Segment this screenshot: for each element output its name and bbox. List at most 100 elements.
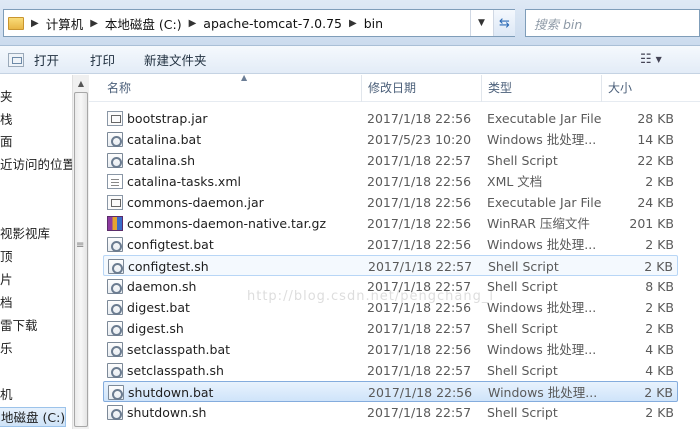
- column-header-type[interactable]: 类型: [482, 75, 602, 102]
- file-name: catalina.bat: [127, 132, 202, 147]
- file-type: Shell Script: [487, 153, 558, 168]
- column-header-date[interactable]: 修改日期: [362, 75, 482, 102]
- address-history-dropdown[interactable]: ▼: [470, 10, 492, 36]
- breadcrumb-local-disk[interactable]: 本地磁盘 (C:): [105, 14, 182, 33]
- scrollbar-grip-icon: ≡: [76, 240, 85, 251]
- chevron-right-icon[interactable]: ▶: [349, 18, 357, 29]
- column-header-size-label: 大小: [608, 81, 633, 95]
- file-size: 201 KB: [629, 216, 674, 231]
- breadcrumb-bin[interactable]: bin: [364, 16, 383, 31]
- chevron-right-icon[interactable]: ▶: [189, 18, 197, 29]
- search-input[interactable]: 搜索 bin: [525, 9, 700, 37]
- file-modified-date: 2017/1/18 22:56: [368, 385, 473, 400]
- file-name: setclasspath.bat: [127, 342, 231, 357]
- nav-item[interactable]: 面: [0, 132, 13, 152]
- new-folder-button[interactable]: 新建文件夹: [144, 46, 207, 73]
- scrollbar-thumb[interactable]: [74, 92, 88, 427]
- nav-item-local-disk[interactable]: 地磁盘 (C:): [0, 407, 67, 427]
- file-size: 2 KB: [645, 237, 674, 252]
- file-type: Windows 批处理...: [487, 132, 597, 147]
- shell-script-icon: [107, 321, 123, 336]
- file-row[interactable]: catalina.sh 2017/1/18 22:57 Shell Script 22…: [103, 150, 678, 171]
- file-modified-date: 2017/1/18 22:57: [367, 153, 472, 168]
- file-type: Executable Jar File: [487, 111, 602, 126]
- view-list-icon: ☷: [640, 52, 652, 67]
- file-size: 2 KB: [645, 300, 674, 315]
- navigation-pane: 夹 栈 面 近访问的位置 视影视库 顶 片 档 雷下载 乐 机 地磁盘 (C:): [0, 75, 72, 429]
- file-row[interactable]: digest.sh 2017/1/18 22:57 Shell Script 2 KB: [103, 318, 678, 339]
- address-bar-row: ▶ 计算机 ▶ 本地磁盘 (C:) ▶ apache-tomcat-7.0.75…: [0, 0, 700, 46]
- open-button[interactable]: 打开: [8, 46, 59, 73]
- file-modified-date: 2017/1/18 22:56: [367, 237, 472, 252]
- file-name: bootstrap.jar: [127, 111, 208, 126]
- open-icon: [8, 52, 24, 67]
- file-name: shutdown.sh: [127, 405, 207, 420]
- file-row[interactable]: commons-daemon.jar 2017/1/18 22:56 Executa…: [103, 192, 678, 213]
- file-row[interactable]: configtest.bat 2017/1/18 22:56 Windows 批处理…: [103, 234, 678, 255]
- nav-item[interactable]: 片: [0, 270, 13, 290]
- nav-item[interactable]: 夹: [0, 87, 13, 107]
- file-modified-date: 2017/1/18 22:56: [367, 174, 472, 189]
- refresh-button[interactable]: ⇆: [493, 10, 515, 36]
- address-bar[interactable]: ▶ 计算机 ▶ 本地磁盘 (C:) ▶ apache-tomcat-7.0.75…: [3, 9, 515, 37]
- column-header-size[interactable]: 大小: [602, 75, 700, 102]
- file-modified-date: 2017/1/18 22:57: [367, 405, 472, 420]
- nav-item[interactable]: 乐: [0, 339, 13, 359]
- file-row[interactable]: setclasspath.sh 2017/1/18 22:57 Shell Scri…: [103, 360, 678, 381]
- scroll-up-arrow-icon[interactable]: ▲: [74, 77, 88, 91]
- file-type: Windows 批处理...: [487, 300, 597, 315]
- file-type: Windows 批处理...: [487, 342, 597, 357]
- breadcrumb-tomcat[interactable]: apache-tomcat-7.0.75: [203, 16, 342, 31]
- nav-item[interactable]: 雷下载: [0, 316, 38, 336]
- chevron-right-icon[interactable]: ▶: [31, 18, 39, 29]
- file-modified-date: 2017/1/18 22:56: [367, 111, 472, 126]
- file-name: configtest.bat: [127, 237, 214, 252]
- file-row[interactable]: setclasspath.bat 2017/1/18 22:56 Windows 批…: [103, 339, 678, 360]
- file-size: 2 KB: [645, 405, 674, 420]
- file-modified-date: 2017/1/18 22:56: [367, 342, 472, 357]
- navigation-scrollbar[interactable]: ▲ ≡: [72, 75, 89, 429]
- nav-item[interactable]: 栈: [0, 110, 13, 130]
- file-name: commons-daemon-native.tar.gz: [127, 216, 327, 231]
- file-row[interactable]: bootstrap.jar 2017/1/18 22:56 Executable J…: [103, 108, 678, 129]
- file-type: Windows 批处理...: [488, 385, 598, 400]
- file-row[interactable]: commons-daemon-native.tar.gz 2017/1/18 22…: [103, 213, 678, 234]
- file-size: 4 KB: [645, 342, 674, 357]
- nav-item[interactable]: 机: [0, 385, 13, 405]
- file-name: shutdown.bat: [128, 385, 214, 400]
- column-header-name[interactable]: ▲ 名称: [101, 75, 362, 102]
- file-type: WinRAR 压缩文件: [487, 216, 590, 231]
- search-placeholder: 搜索 bin: [534, 16, 583, 32]
- view-options-button[interactable]: ☷ ▼: [640, 46, 662, 73]
- nav-item[interactable]: 近访问的位置: [0, 155, 72, 175]
- command-toolbar: 打开 打印 新建文件夹 ☷ ▼: [0, 46, 700, 74]
- file-row[interactable]: shutdown.sh 2017/1/18 22:57 Shell Script 2 …: [103, 402, 678, 423]
- file-modified-date: 2017/1/18 22:57: [367, 363, 472, 378]
- nav-item[interactable]: 视影视库: [0, 224, 50, 244]
- file-name: digest.bat: [127, 300, 190, 315]
- file-row[interactable]: configtest.sh 2017/1/18 22:57 Shell Script…: [103, 255, 678, 276]
- file-size: 2 KB: [644, 259, 673, 274]
- chevron-right-icon[interactable]: ▶: [90, 18, 98, 29]
- nav-item[interactable]: 顶: [0, 247, 13, 267]
- batch-file-icon: [108, 385, 124, 400]
- file-type: Shell Script: [487, 279, 558, 294]
- file-size: 24 KB: [637, 195, 674, 210]
- file-row[interactable]: catalina-tasks.xml 2017/1/18 22:56 XML 文档 2…: [103, 171, 678, 192]
- column-header-name-label: 名称: [107, 81, 132, 95]
- file-size: 22 KB: [637, 153, 674, 168]
- shell-script-icon: [107, 363, 123, 378]
- file-row[interactable]: catalina.bat 2017/5/23 10:20 Windows 批处理..…: [103, 129, 678, 150]
- sort-ascending-icon: ▲: [241, 75, 248, 82]
- file-row[interactable]: shutdown.bat 2017/1/18 22:56 Windows 批处理..…: [103, 381, 678, 402]
- file-size: 2 KB: [644, 385, 673, 400]
- breadcrumb-computer[interactable]: 计算机: [46, 14, 84, 33]
- file-type: XML 文档: [487, 174, 543, 189]
- nav-item[interactable]: 档: [0, 293, 13, 313]
- xml-file-icon: [107, 174, 123, 189]
- file-type: Shell Script: [487, 321, 558, 336]
- file-type: Shell Script: [487, 363, 558, 378]
- batch-file-icon: [107, 342, 123, 357]
- print-button[interactable]: 打印: [90, 46, 115, 73]
- file-modified-date: 2017/1/18 22:56: [367, 216, 472, 231]
